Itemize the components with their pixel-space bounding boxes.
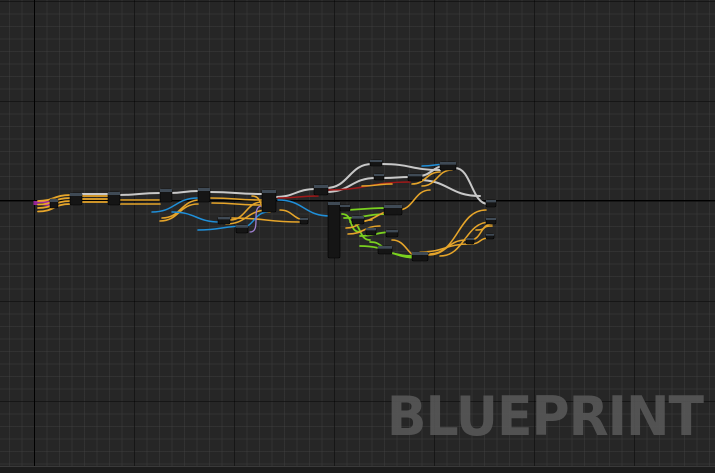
blueprint-node[interactable] (49, 198, 59, 209)
wire-exec[interactable] (325, 163, 373, 189)
blueprint-graph-canvas[interactable]: BLUEPRINT (0, 0, 715, 473)
node-header[interactable] (384, 205, 402, 208)
node-header[interactable] (328, 202, 340, 205)
wire-object[interactable] (277, 199, 331, 217)
blueprint-node[interactable] (69, 192, 83, 206)
blueprint-node[interactable] (485, 217, 497, 225)
wire-struct[interactable] (343, 213, 389, 219)
node-header[interactable] (440, 162, 456, 165)
blueprint-node[interactable] (407, 173, 423, 182)
blueprint-node[interactable] (373, 173, 385, 181)
blueprint-node[interactable] (217, 216, 231, 225)
node-header[interactable] (486, 218, 496, 220)
blueprint-node[interactable] (385, 229, 399, 238)
node-header[interactable] (466, 238, 474, 240)
blueprint-node[interactable] (485, 233, 495, 240)
node-body[interactable] (261, 189, 277, 213)
wire-exec[interactable] (169, 190, 199, 194)
node-header[interactable] (340, 205, 350, 207)
node-header[interactable] (218, 217, 230, 220)
wire-object[interactable] (171, 211, 221, 223)
wire-exec[interactable] (383, 176, 411, 179)
wire-exec[interactable] (209, 191, 263, 195)
graph-bottom-edge (0, 466, 715, 473)
node-header[interactable] (378, 246, 392, 249)
node-header[interactable] (198, 188, 210, 191)
blueprint-node[interactable] (465, 237, 475, 245)
blueprint-node[interactable] (235, 224, 249, 234)
blueprint-node[interactable] (299, 217, 309, 225)
wire-exec[interactable] (454, 167, 489, 205)
blueprint-node[interactable] (107, 191, 121, 206)
node-header[interactable] (370, 160, 382, 162)
blueprint-node[interactable] (369, 159, 383, 167)
node-header[interactable] (352, 216, 364, 219)
blueprint-node[interactable] (411, 251, 429, 262)
wire-float[interactable] (209, 197, 263, 201)
node-body[interactable] (327, 201, 341, 259)
wire-float[interactable] (361, 183, 393, 187)
node-header[interactable] (386, 230, 398, 233)
blueprint-node[interactable] (439, 161, 457, 171)
blueprint-node[interactable] (365, 227, 377, 236)
blueprint-node[interactable] (159, 188, 173, 203)
node-header[interactable] (366, 228, 376, 231)
blueprint-node[interactable] (313, 184, 329, 196)
blueprint-watermark: BLUEPRINT (386, 385, 704, 449)
node-header[interactable] (408, 174, 422, 177)
blueprint-node[interactable] (261, 189, 277, 213)
node-header[interactable] (486, 234, 494, 236)
node-header[interactable] (108, 192, 120, 195)
node-header[interactable] (486, 200, 496, 203)
blueprint-node[interactable] (383, 204, 403, 216)
node-header[interactable] (374, 174, 384, 176)
node-header[interactable] (412, 252, 428, 255)
wire-float[interactable] (397, 189, 431, 211)
node-header[interactable] (50, 199, 58, 202)
node-header[interactable] (70, 193, 82, 196)
blueprint-node[interactable] (485, 199, 497, 208)
blueprint-node[interactable] (339, 204, 351, 212)
node-header[interactable] (262, 190, 276, 193)
wire-exec[interactable] (117, 192, 161, 196)
blueprint-node[interactable] (197, 187, 211, 203)
blueprint-node[interactable] (327, 201, 341, 259)
node-header[interactable] (236, 225, 248, 228)
wire-float[interactable] (225, 209, 269, 225)
node-header[interactable] (160, 189, 172, 192)
blueprint-node[interactable] (351, 215, 365, 225)
node-header[interactable] (300, 218, 308, 220)
node-header[interactable] (314, 185, 328, 188)
blueprint-node[interactable] (377, 245, 393, 255)
